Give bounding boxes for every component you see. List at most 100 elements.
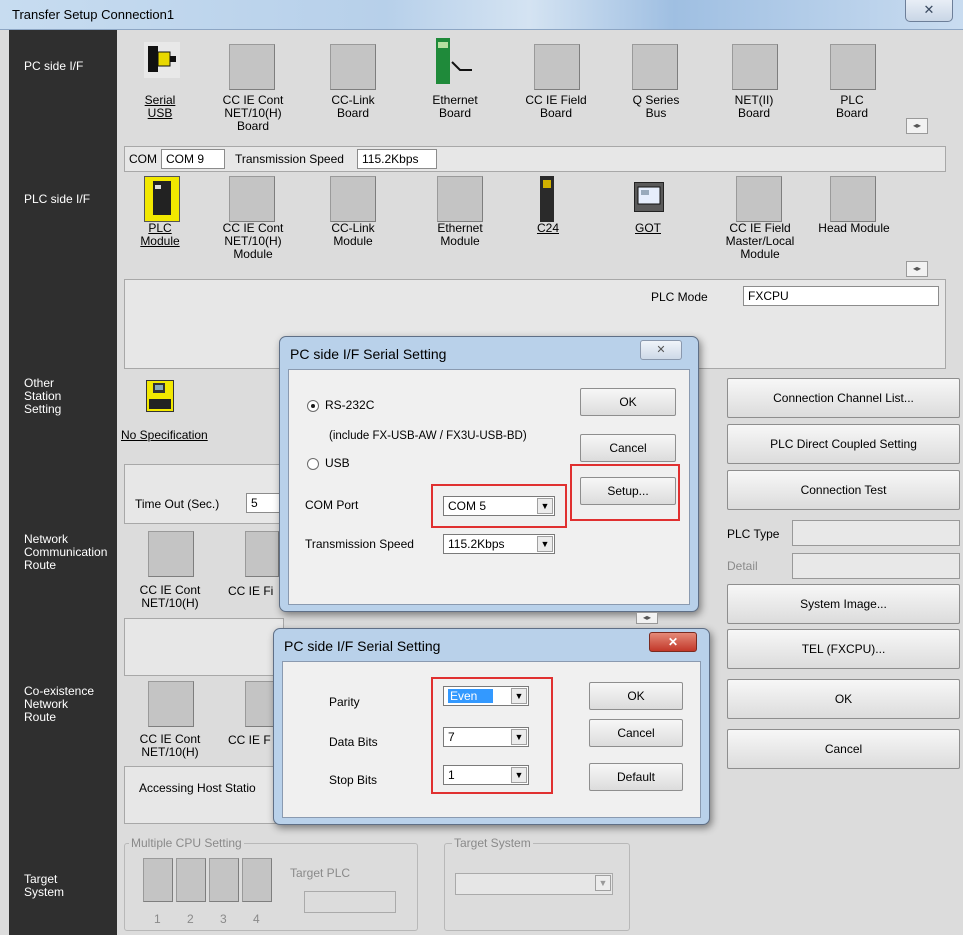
cc-ie-cont-module-label: CC IE Cont NET/10(H) Module <box>222 221 284 261</box>
cc-ie-field-board-label: CC IE Field Board <box>525 93 587 120</box>
plc-module-label[interactable]: PLC Module <box>112 222 208 248</box>
no-specification-label[interactable]: No Specification <box>121 428 208 442</box>
serial-params-highlight <box>431 677 553 794</box>
system-image-button[interactable]: System Image... <box>727 584 960 624</box>
got-icon[interactable] <box>634 182 664 212</box>
coexist-cc-ie-cont-label: CC IE Cont NET/10(H) <box>139 732 201 759</box>
timeout-panel: Time Out (Sec.) 5 <box>124 464 294 524</box>
q-series-bus-icon[interactable] <box>632 44 678 90</box>
plc-direct-coupled-button[interactable]: PLC Direct Coupled Setting <box>727 424 960 464</box>
plc-board-icon[interactable] <box>830 44 876 90</box>
pc-side-scroll[interactable]: ◂▸ <box>906 118 928 134</box>
cc-ie-cont-module-icon[interactable] <box>229 176 275 222</box>
c24-label[interactable]: C24 <box>500 222 596 235</box>
coexistence-label: Co-existence Network Route <box>24 684 95 724</box>
plc-mode-field: FXCPU <box>743 286 939 306</box>
no-specification-icon[interactable] <box>146 380 174 412</box>
head-module-icon[interactable] <box>830 176 876 222</box>
stop-bits-label: Stop Bits <box>329 773 378 787</box>
main-ok-button[interactable]: OK <box>727 679 960 719</box>
parity-label: Parity <box>329 695 360 709</box>
net-cc-ie-field-label: CC IE Fi <box>228 584 274 598</box>
ethernet-module-icon[interactable] <box>437 176 483 222</box>
close-icon[interactable]: ✕ <box>905 0 953 22</box>
connection-channel-list-button[interactable]: Connection Channel List... <box>727 378 960 418</box>
tel-fxcpu-button[interactable]: TEL (FXCPU)... <box>727 629 960 669</box>
cc-ie-field-master-icon[interactable] <box>736 176 782 222</box>
accessing-host-panel: Accessing Host Statio <box>124 766 284 824</box>
rs232c-label: RS-232C <box>325 398 375 412</box>
plc-type-label: PLC Type <box>727 527 780 541</box>
plc-side-scroll[interactable]: ◂▸ <box>906 261 928 277</box>
cpu-3-icon[interactable] <box>209 858 239 902</box>
net-cc-ie-cont-label: CC IE Cont NET/10(H) <box>139 583 201 610</box>
cc-link-module-label: CC-Link Module <box>331 221 375 248</box>
usb-radio[interactable] <box>307 458 319 470</box>
speed-label: Transmission Speed <box>235 152 344 166</box>
window-title: Transfer Setup Connection1 <box>12 7 175 22</box>
include-note: (include FX-USB-AW / FX3U-USB-BD) <box>329 430 527 442</box>
detail-field <box>792 553 960 579</box>
got-label[interactable]: GOT <box>600 222 696 235</box>
net-ii-board-label: NET(II) Board <box>734 93 774 120</box>
serial-setting-dialog-title: PC side I/F Serial Setting <box>290 346 447 362</box>
plc-side-label: PLC side I/F <box>24 192 91 206</box>
dialog-scroll[interactable]: ◂▸ <box>636 612 658 624</box>
cpu-num-3: 3 <box>220 912 227 926</box>
serial-setup-body: Parity Even ▼ Data Bits 7 ▼ Stop Bits 1 ▼ O… <box>282 661 701 818</box>
detail-label: Detail <box>727 559 758 573</box>
sidebar: PC side I/F PLC side I/F Other Station Set… <box>9 30 117 935</box>
rs232c-radio[interactable] <box>307 400 319 412</box>
title-bar: Transfer Setup Connection1 ✕ <box>0 0 963 30</box>
serial-setup-dialog-title: PC side I/F Serial Setting <box>284 638 441 654</box>
serial-setting-dialog: PC side I/F Serial Setting ✕ RS-232C (in… <box>279 336 699 612</box>
close-icon[interactable]: ✕ <box>640 340 682 360</box>
cpu-num-4: 4 <box>253 912 260 926</box>
com-field: COM 9 <box>161 149 225 169</box>
com-label: COM <box>129 152 157 166</box>
other-station-label: Other Station Setting <box>24 376 62 416</box>
cc-ie-field-master-label: CC IE Field Master/Local Module <box>725 221 795 261</box>
dialog2-ok-button[interactable]: OK <box>589 682 683 710</box>
cpu-2-icon[interactable] <box>176 858 206 902</box>
net-ii-board-icon[interactable] <box>732 44 778 90</box>
ethernet-board-icon[interactable] <box>430 36 480 90</box>
serial-usb-icon[interactable] <box>144 42 180 78</box>
transmission-speed-select[interactable]: 115.2Kbps ▼ <box>443 534 555 554</box>
com-port-highlight <box>431 484 567 528</box>
cpu-1-icon[interactable] <box>143 858 173 902</box>
accessing-host-label: Accessing Host Statio <box>139 781 256 795</box>
net-cc-ie-field-icon[interactable] <box>245 531 279 577</box>
usb-label: USB <box>325 456 350 470</box>
default-button[interactable]: Default <box>589 763 683 791</box>
ethernet-board-label: Ethernet Board <box>432 93 478 120</box>
cpu-4-icon[interactable] <box>242 858 272 902</box>
cc-ie-cont-board-icon[interactable] <box>229 44 275 90</box>
dialog2-cancel-button[interactable]: Cancel <box>589 719 683 747</box>
coexist-cc-ie-field-label: CC IE F <box>228 733 271 747</box>
cc-link-module-icon[interactable] <box>330 176 376 222</box>
target-plc-label: Target PLC <box>290 866 351 880</box>
dialog1-cancel-button[interactable]: Cancel <box>580 434 676 462</box>
cpu-num-1: 1 <box>154 912 161 926</box>
target-system-select: ▼ <box>455 873 613 895</box>
connection-test-button[interactable]: Connection Test <box>727 470 960 510</box>
serial-usb-label[interactable]: Serial USB <box>112 94 208 120</box>
serial-setup-dialog: PC side I/F Serial Setting ✕ Parity Even… <box>273 628 710 825</box>
c24-icon[interactable] <box>536 174 558 224</box>
plc-module-icon[interactable] <box>144 176 180 222</box>
dialog1-ok-button[interactable]: OK <box>580 388 676 416</box>
setup-highlight <box>570 464 680 521</box>
timeout-label: Time Out (Sec.) <box>135 497 220 511</box>
main-cancel-button[interactable]: Cancel <box>727 729 960 769</box>
cc-ie-field-board-icon[interactable] <box>534 44 580 90</box>
net-cc-ie-cont-icon[interactable] <box>148 531 194 577</box>
coexist-cc-ie-cont-icon[interactable] <box>148 681 194 727</box>
cc-link-board-label: CC-Link Board <box>331 93 375 120</box>
cc-link-board-icon[interactable] <box>330 44 376 90</box>
close-icon[interactable]: ✕ <box>649 632 697 652</box>
target-plc-field <box>304 891 396 913</box>
chevron-down-icon: ▼ <box>537 536 553 552</box>
network-panel <box>124 618 284 676</box>
network-route-label: Network Communication Route <box>24 532 108 572</box>
